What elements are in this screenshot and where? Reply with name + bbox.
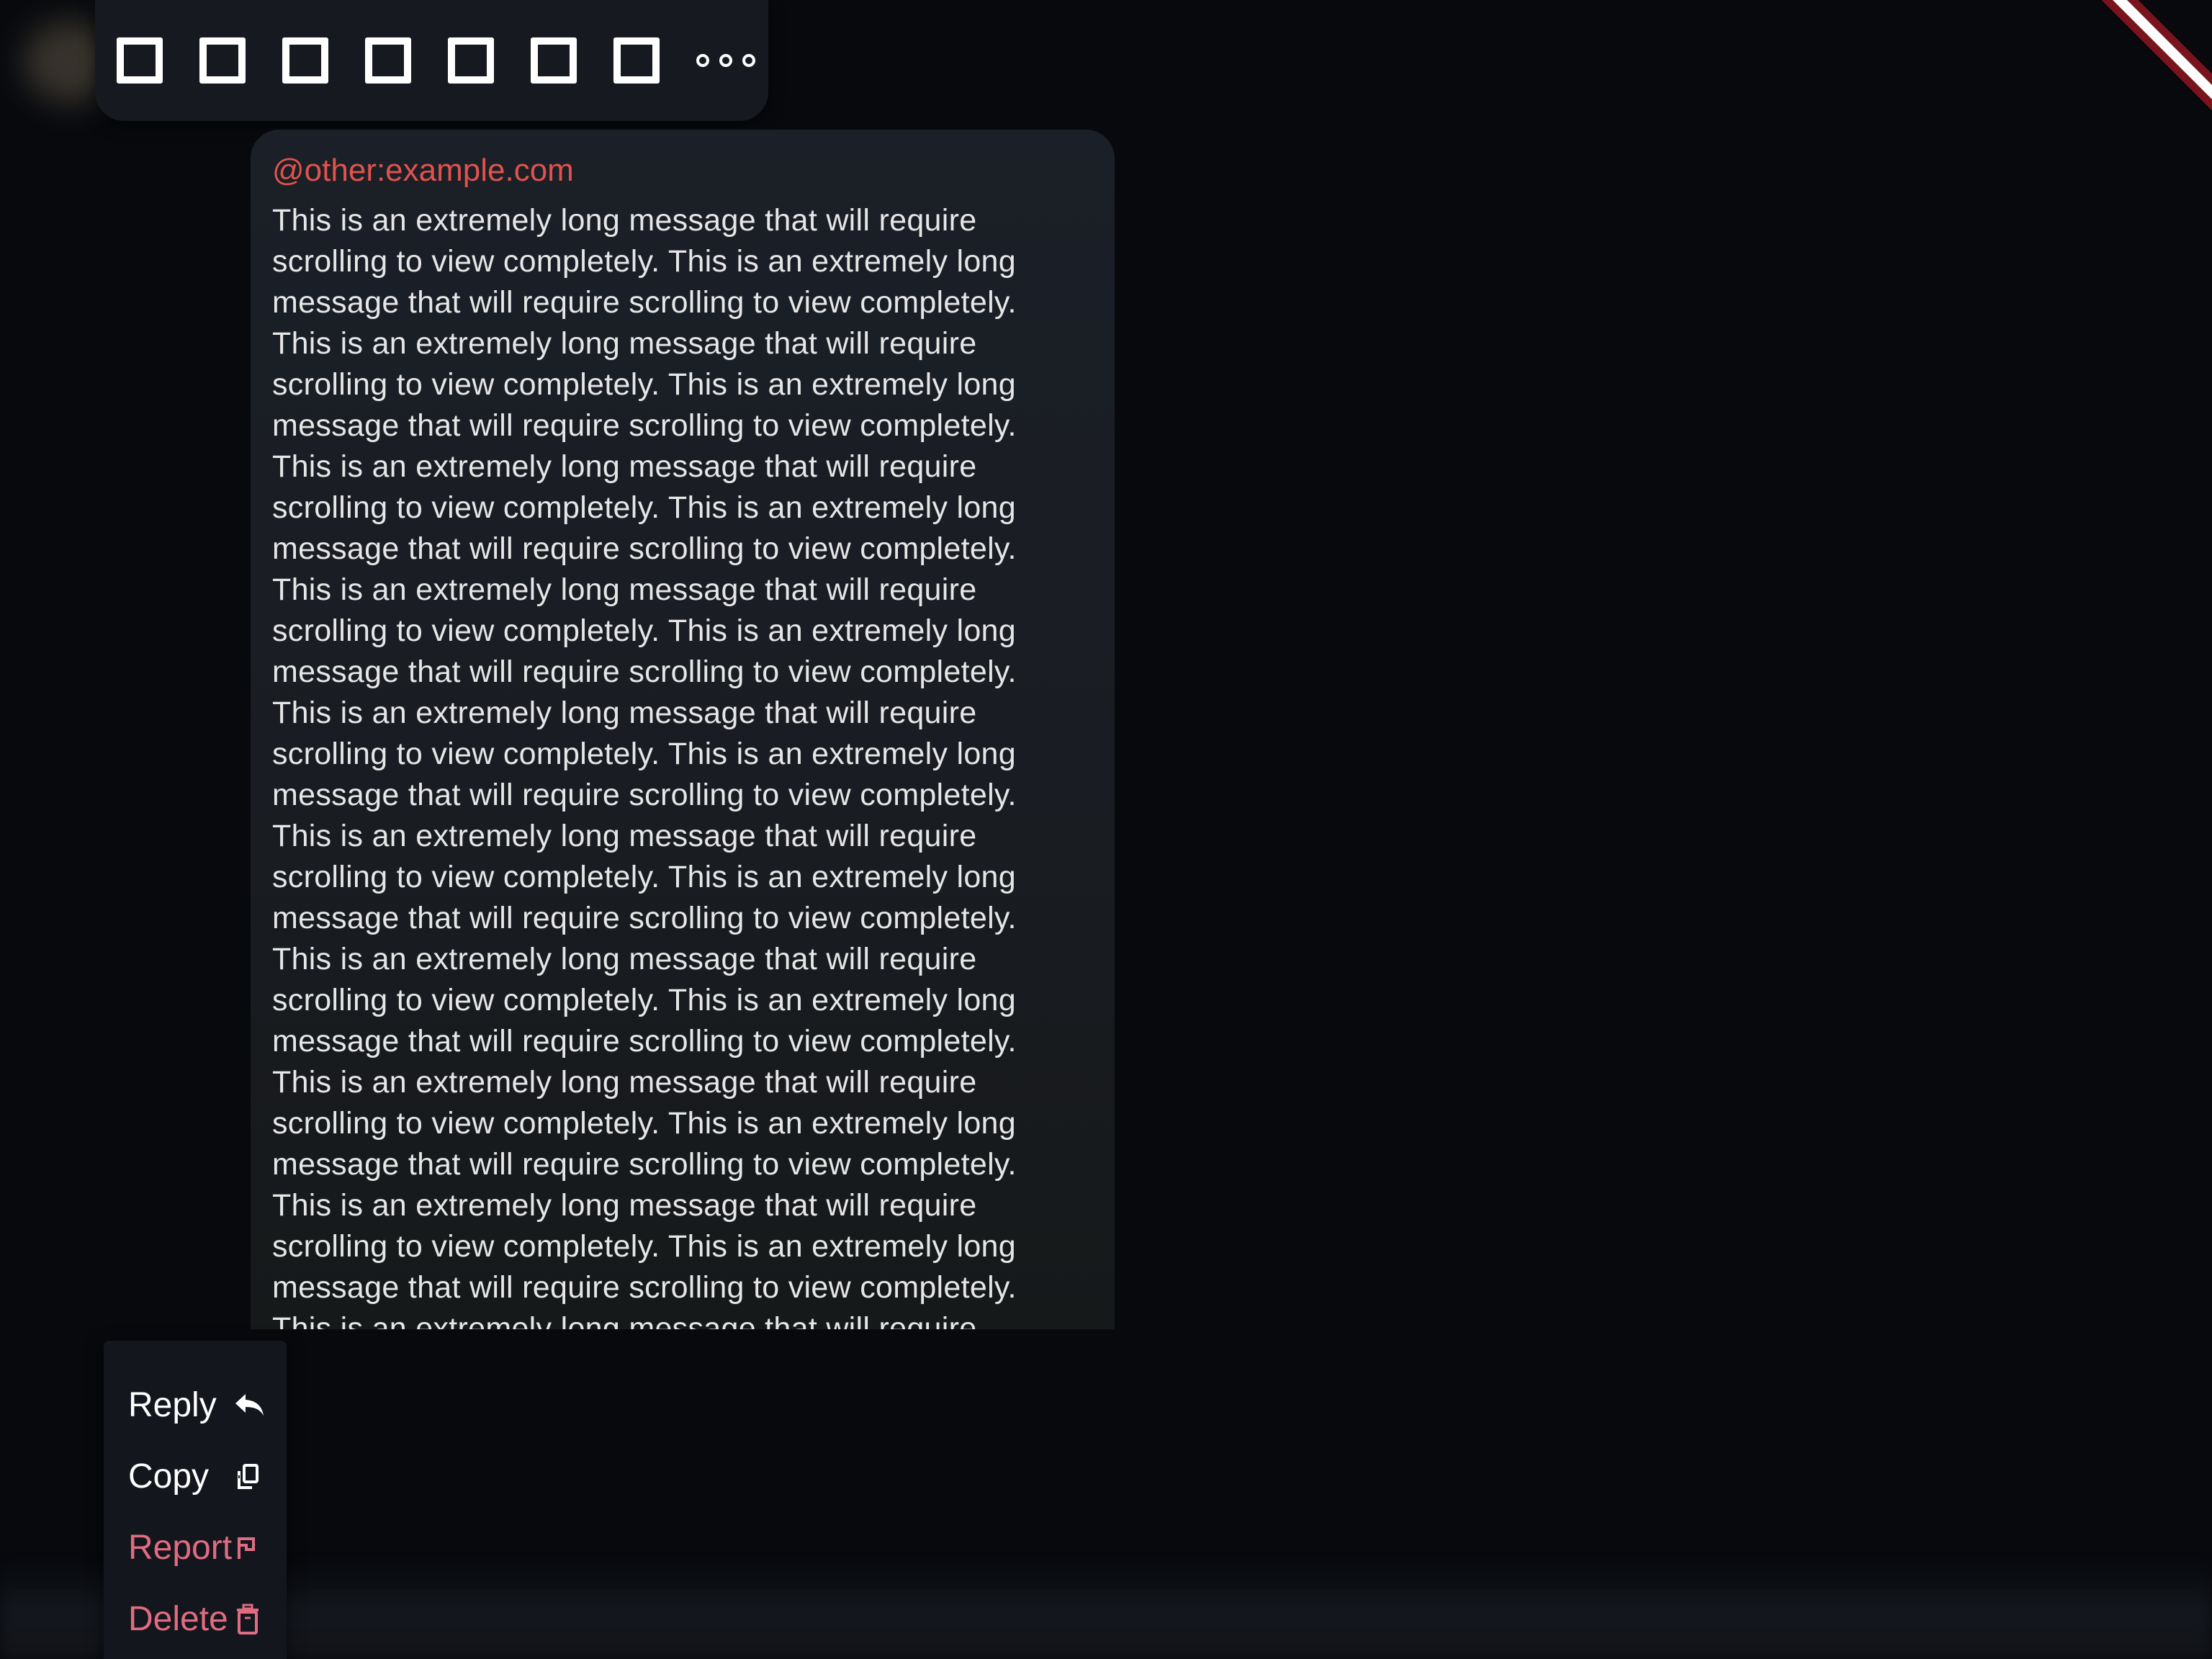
message-line: message that will require scrolling to v… — [272, 531, 1017, 566]
reaction-picker — [95, 0, 768, 121]
report-menu-item[interactable]: Report — [104, 1512, 287, 1583]
reaction-button-7[interactable] — [613, 37, 660, 84]
message-body: This is an extremely long message that w… — [272, 200, 1093, 1329]
message-line: scrolling to view completely. This is an… — [272, 613, 1016, 648]
message-line: scrolling to view completely. This is an… — [272, 367, 1016, 402]
message-line: message that will require scrolling to v… — [272, 778, 1017, 812]
reaction-button-2[interactable] — [199, 37, 246, 84]
message-line: This is an extremely long message that w… — [272, 942, 977, 976]
delete-label: Delete — [128, 1599, 228, 1638]
message-line: scrolling to view completely. This is an… — [272, 983, 1016, 1017]
message-line: message that will require scrolling to v… — [272, 1270, 1017, 1305]
reply-menu-item[interactable]: Reply — [104, 1370, 287, 1441]
message-line: message that will require scrolling to v… — [272, 1147, 1017, 1182]
message-line: message that will require scrolling to v… — [272, 901, 1017, 935]
message-line: message that will require scrolling to v… — [272, 285, 1017, 320]
app-screen: @other:example.com This is an extremely … — [0, 0, 2212, 1659]
message-line: scrolling to view completely. This is an… — [272, 490, 1016, 525]
trash-icon — [235, 1604, 260, 1635]
message-line: scrolling to view completely. This is an… — [272, 244, 1016, 279]
report-label: Report — [128, 1528, 233, 1567]
delete-menu-item[interactable]: Delete — [104, 1583, 287, 1655]
message-line: This is an extremely long message that w… — [272, 1188, 977, 1223]
blurred-composer — [0, 1563, 2212, 1659]
message-line: message that will require scrolling to v… — [272, 408, 1017, 443]
copy-menu-item[interactable]: Copy — [104, 1441, 287, 1512]
message-line: This is an extremely long message that w… — [272, 1311, 977, 1329]
message-line: message that will require scrolling to v… — [272, 1024, 1017, 1058]
copy-icon — [236, 1463, 259, 1491]
reaction-button-6[interactable] — [531, 37, 577, 84]
reply-label: Reply — [128, 1385, 217, 1424]
message-line: scrolling to view completely. This is an… — [272, 737, 1016, 771]
message-line: This is an extremely long message that w… — [272, 696, 977, 730]
message-line: This is an extremely long message that w… — [272, 819, 977, 853]
message-line: scrolling to view completely. This is an… — [272, 1106, 1016, 1141]
message-line: scrolling to view completely. This is an… — [272, 1229, 1016, 1264]
message-line: scrolling to view completely. This is an… — [272, 860, 1016, 894]
message-line: This is an extremely long message that w… — [272, 203, 977, 238]
message-line: This is an extremely long message that w… — [272, 1065, 977, 1100]
reply-icon — [233, 1391, 266, 1420]
message-line: This is an extremely long message that w… — [272, 572, 977, 607]
copy-label: Copy — [128, 1457, 210, 1496]
reaction-button-1[interactable] — [117, 37, 163, 84]
reaction-button-4[interactable] — [365, 37, 411, 84]
flag-icon — [236, 1535, 256, 1561]
sender-name[interactable]: @other:example.com — [272, 151, 1093, 190]
debug-banner — [2081, 0, 2212, 122]
message-line: This is an extremely long message that w… — [272, 449, 977, 484]
message-line: message that will require scrolling to v… — [272, 655, 1017, 689]
message-line: This is an extremely long message that w… — [272, 326, 977, 361]
message-bubble[interactable]: @other:example.com This is an extremely … — [251, 130, 1115, 1329]
message-context-menu: Reply Copy Report Delete — [104, 1341, 287, 1659]
reaction-button-3[interactable] — [282, 37, 328, 84]
reaction-button-5[interactable] — [448, 37, 494, 84]
more-reactions-icon[interactable] — [696, 54, 755, 67]
